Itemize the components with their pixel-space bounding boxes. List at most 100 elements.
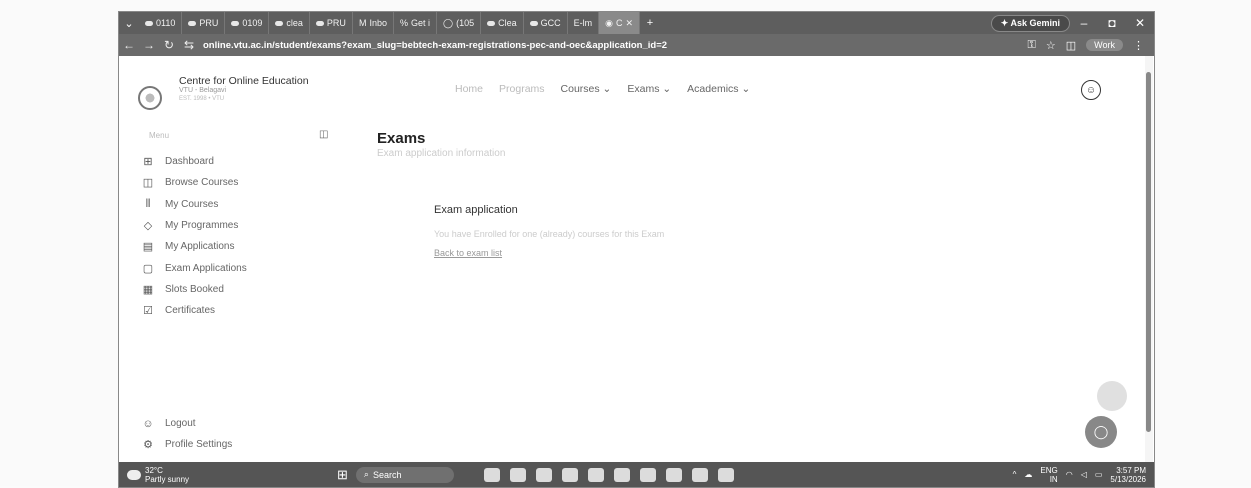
scrollbar-thumb[interactable] [1146, 72, 1151, 432]
calendar-icon: ▦ [142, 283, 154, 296]
tab-favicon-icon: % [399, 18, 408, 28]
forward-arrow-icon[interactable]: → [139, 38, 159, 52]
settings-icon: ⚙ [143, 439, 153, 452]
floating-action-button[interactable] [1097, 381, 1127, 411]
chrome-icon[interactable] [691, 467, 708, 482]
weather-widget[interactable]: 32°C Partly sunny [119, 466, 237, 484]
browser-tab[interactable]: Clea [481, 12, 524, 34]
taskbar-apps [483, 467, 734, 482]
close-tab-icon[interactable]: ✕ [625, 18, 633, 29]
password-key-icon[interactable]: ⚿ [1028, 39, 1036, 52]
nav-exams[interactable]: Exams ⌄ [627, 83, 671, 95]
temperature: 32°C [145, 465, 163, 475]
scrollbar[interactable] [1145, 56, 1153, 462]
browser-tab-strip: ⌄ 0110 PRU 0109 clea PRU M Inbo % Get i ◯(… [119, 12, 1154, 34]
reload-icon[interactable]: ↻ [159, 38, 179, 52]
sidebar-item-certificates[interactable]: ☑ Certificates [141, 300, 247, 321]
taskbar-app-icon[interactable] [613, 467, 630, 482]
taskbar-search[interactable]: ⌕ Search [355, 466, 454, 483]
taskbar-app-icon[interactable] [665, 467, 682, 482]
taskbar-app-icon[interactable] [509, 467, 526, 482]
brand-tagline: EST. 1998 • VTU [179, 96, 225, 102]
sidebar-bottom: ☺ Logout ⚙ Profile Settings [141, 413, 232, 456]
web-page: Centre for Online Education VTU - Belaga… [119, 56, 1154, 462]
sidebar-item-slots-booked[interactable]: ▦ Slots Booked [141, 279, 247, 300]
sidebar: ⊞ Dashboard ◫ Browse Courses ⫴ My Courses ◇… [141, 151, 247, 321]
clipboard-icon: ▢ [142, 262, 154, 275]
grid-icon: ⊞ [143, 156, 153, 169]
browser-toolbar: ← → ↻ ⇆ online.vtu.ac.in/student/exams?e… [119, 34, 1154, 56]
browser-tab[interactable]: M Inbo [353, 12, 394, 34]
browser-tab-active[interactable]: ◉ C ✕ [599, 12, 641, 34]
book-icon: ◫ [142, 177, 154, 190]
tray-app-icon[interactable]: ☁ [1024, 470, 1032, 479]
new-tab-button[interactable]: + [640, 12, 660, 34]
sidebar-item-browse-courses[interactable]: ◫ Browse Courses [141, 172, 247, 193]
windows-start-icon[interactable]: ⊞ [337, 467, 348, 483]
sidebar-menu-label: Menu [149, 131, 170, 140]
graduation-cap-icon: ◇ [143, 220, 153, 233]
bookmark-star-icon[interactable]: ☆ [1046, 39, 1056, 52]
back-to-exam-list-link[interactable]: Back to exam list [434, 248, 502, 258]
back-arrow-icon[interactable]: ← [119, 38, 139, 52]
sidebar-item-my-courses[interactable]: ⫴ My Courses [141, 194, 247, 215]
sidebar-item-my-programmes[interactable]: ◇ My Programmes [141, 215, 247, 236]
nav-home[interactable]: Home [455, 83, 483, 95]
minimize-icon[interactable]: – [1070, 16, 1098, 30]
taskbar-app-icon[interactable] [483, 467, 500, 482]
chat-icon: ◯ [1093, 424, 1109, 439]
nav-programs[interactable]: Programs [499, 83, 545, 95]
nav-academics[interactable]: Academics ⌄ [687, 83, 750, 95]
browser-tab[interactable]: PRU [182, 12, 226, 34]
weather-text: Partly sunny [145, 474, 190, 484]
more-menu-icon[interactable]: ⋮ [1133, 39, 1144, 52]
browser-tab[interactable]: GCC [524, 12, 568, 34]
browser-tab[interactable]: PRU [310, 12, 353, 34]
user-avatar-icon[interactable]: ☺ [1081, 80, 1101, 100]
search-icon: ⌕ [363, 469, 369, 479]
address-bar[interactable]: online.vtu.ac.in/student/exams?exam_slug… [203, 40, 667, 51]
whatsapp-icon: ◯ [443, 17, 454, 28]
gmail-icon: M [358, 18, 367, 28]
browser-tab[interactable]: 0110 [139, 12, 183, 34]
sidebar-collapse-icon[interactable]: ◫ [319, 129, 328, 140]
tab-favicon-icon [145, 20, 153, 26]
tab-favicon-icon [315, 20, 324, 26]
extensions-icon[interactable]: ◫ [1066, 39, 1076, 52]
taskbar-app-icon[interactable] [587, 467, 604, 482]
sidebar-item-profile-settings[interactable]: ⚙ Profile Settings [141, 434, 232, 455]
tab-search-icon[interactable]: ⌄ [119, 12, 139, 34]
chat-button[interactable]: ◯ [1085, 416, 1117, 448]
battery-icon[interactable]: ▭ [1095, 470, 1103, 479]
site-info-icon[interactable]: ⇆ [179, 38, 199, 52]
volume-icon[interactable]: ◁ [1081, 470, 1087, 479]
tab-favicon-icon [275, 20, 284, 26]
clock[interactable]: 3:57 PM 5/13/2026 [1110, 466, 1146, 484]
chevron-up-icon[interactable]: ^ [1013, 470, 1017, 479]
tab-favicon-icon: ◉ [605, 17, 613, 28]
close-window-icon[interactable]: ✕ [1126, 16, 1154, 30]
taskbar-app-icon[interactable] [717, 467, 734, 482]
sidebar-item-dashboard[interactable]: ⊞ Dashboard [141, 151, 247, 172]
vtu-logo[interactable] [138, 86, 162, 110]
profile-button[interactable]: Work [1086, 39, 1123, 51]
sidebar-item-logout[interactable]: ☺ Logout [141, 413, 232, 434]
card-title: Exam application [434, 204, 518, 216]
sidebar-item-exam-applications[interactable]: ▢ Exam Applications [141, 257, 247, 278]
library-icon: ⫴ [145, 197, 151, 210]
sidebar-item-my-applications[interactable]: ▤ My Applications [141, 236, 247, 257]
browser-tab[interactable]: E-lm [568, 12, 600, 34]
taskbar-app-icon[interactable] [561, 467, 578, 482]
browser-tab[interactable]: clea [269, 12, 310, 34]
nav-courses[interactable]: Courses ⌄ [561, 83, 612, 95]
wifi-icon[interactable]: ◠ [1066, 470, 1073, 479]
maximize-icon[interactable]: ◘ [1098, 16, 1126, 30]
taskbar-app-icon[interactable] [535, 467, 552, 482]
taskbar-app-icon[interactable] [639, 467, 656, 482]
language-indicator[interactable]: ENG IN [1040, 466, 1057, 484]
browser-tab[interactable]: % Get i [394, 12, 437, 34]
ask-gemini-button[interactable]: ✦ Ask Gemini [990, 14, 1070, 32]
browser-tab[interactable]: ◯ (105 [437, 12, 482, 34]
browser-tab[interactable]: 0109 [225, 12, 270, 34]
brand-name[interactable]: Centre for Online Education [179, 75, 309, 87]
